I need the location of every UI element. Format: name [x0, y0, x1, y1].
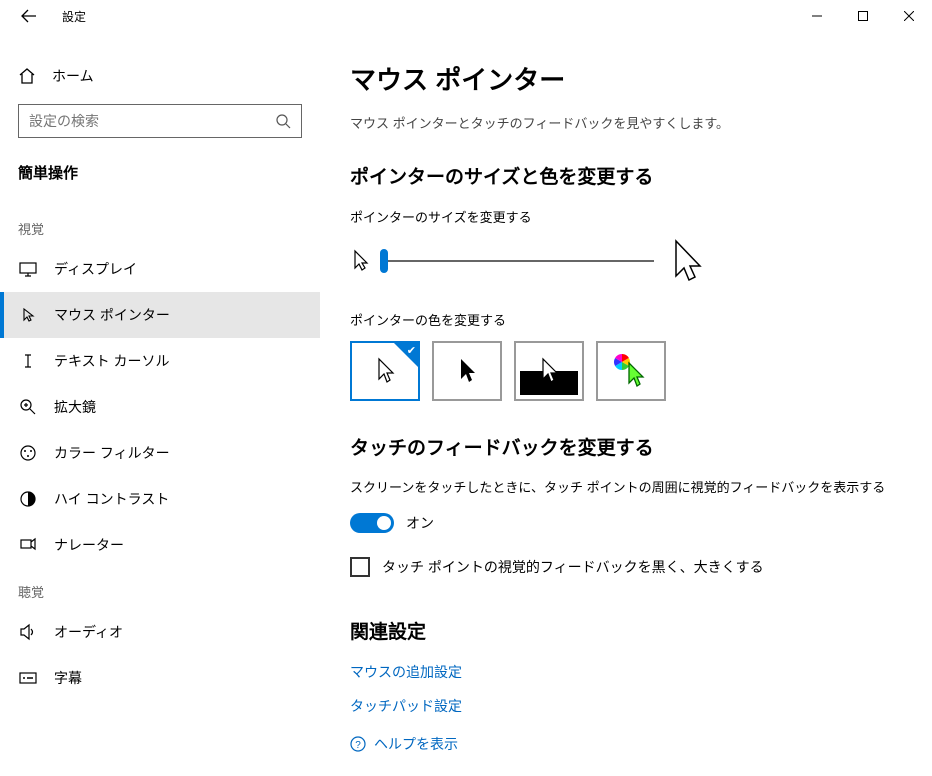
monitor-icon — [18, 260, 38, 278]
touch-desc: スクリーンをタッチしたときに、タッチ ポイントの周囲に視覚的フィードバックを表示… — [350, 478, 892, 499]
checkbox-label: タッチ ポイントの視覚的フィードバックを黒く、大きくする — [382, 557, 764, 577]
sidebar-item-label: ナレーター — [54, 535, 124, 555]
search-icon — [275, 113, 291, 129]
sidebar-item-text-cursor[interactable]: テキスト カーソル — [0, 338, 320, 384]
sidebar-item-label: 拡大鏡 — [54, 397, 96, 417]
touch-dark-large-checkbox[interactable] — [350, 557, 370, 577]
touch-feedback-toggle[interactable] — [350, 513, 394, 533]
pointer-color-options: ✔ — [350, 341, 892, 401]
link-touchpad[interactable]: タッチパッド設定 — [350, 696, 892, 716]
pointer-color-white[interactable]: ✔ — [350, 341, 420, 401]
sidebar-item-label: 字幕 — [54, 668, 82, 688]
sidebar-item-audio[interactable]: オーディオ — [0, 609, 320, 655]
color-label: ポインターの色を変更する — [350, 310, 892, 329]
sidebar: ホーム 簡単操作 視覚 ディスプレイ マウス ポインター テキスト カーソル 拡… — [0, 32, 320, 776]
pointer-size-slider[interactable] — [384, 260, 654, 262]
sidebar-item-color-filters[interactable]: カラー フィルター — [0, 430, 320, 476]
sidebar-item-captions[interactable]: 字幕 — [0, 655, 320, 701]
cursor-white-icon — [374, 357, 396, 385]
touch-feedback-toggle-row: オン — [350, 513, 892, 533]
page-desc: マウス ポインターとタッチのフィードバックを見やすくします。 — [350, 113, 892, 132]
pointer-color-custom[interactable] — [596, 341, 666, 401]
contrast-icon — [18, 490, 38, 508]
arrow-left-icon — [21, 8, 37, 24]
sidebar-category: 簡単操作 — [0, 152, 320, 205]
section-related: 関連設定 — [350, 617, 892, 644]
sidebar-item-display[interactable]: ディスプレイ — [0, 246, 320, 292]
close-icon — [904, 11, 914, 21]
captions-icon — [18, 669, 38, 687]
help-link[interactable]: ? ヘルプを表示 — [350, 734, 892, 754]
home-icon — [18, 67, 36, 85]
page-title: マウス ポインター — [350, 60, 892, 97]
check-icon: ✔ — [407, 344, 416, 357]
related-links: マウスの追加設定 タッチパッド設定 — [350, 662, 892, 716]
pointer-size-slider-row — [350, 238, 892, 284]
sidebar-item-high-contrast[interactable]: ハイ コントラスト — [0, 476, 320, 522]
pointer-color-black[interactable] — [432, 341, 502, 401]
main-content: マウス ポインター マウス ポインターとタッチのフィードバックを見やすくします。… — [320, 32, 932, 776]
search-box[interactable] — [18, 104, 302, 138]
close-button[interactable] — [886, 0, 932, 32]
maximize-button[interactable] — [840, 0, 886, 32]
sidebar-item-label: カラー フィルター — [54, 443, 170, 463]
sidebar-home[interactable]: ホーム — [0, 60, 320, 104]
toggle-label: オン — [406, 513, 434, 533]
section-touch: タッチのフィードバックを変更する — [350, 433, 892, 460]
minimize-button[interactable] — [794, 0, 840, 32]
back-button[interactable] — [18, 8, 40, 24]
magnifier-icon — [18, 398, 38, 416]
sidebar-section-vision: 視覚 — [0, 205, 320, 246]
color-wheel-cursor-icon — [611, 351, 651, 391]
cursor-click-icon — [18, 306, 38, 324]
large-cursor-icon — [668, 238, 704, 284]
cursor-inverted-icon — [538, 357, 560, 385]
sidebar-item-mouse-pointer[interactable]: マウス ポインター — [0, 292, 320, 338]
sidebar-section-hearing: 聴覚 — [0, 568, 320, 609]
sidebar-item-label: ディスプレイ — [54, 259, 137, 279]
size-label: ポインターのサイズを変更する — [350, 207, 892, 226]
sidebar-item-label: ハイ コントラスト — [54, 489, 169, 509]
search-input[interactable] — [29, 113, 275, 129]
titlebar: 設定 — [0, 0, 932, 32]
sidebar-item-label: マウス ポインター — [54, 305, 170, 325]
text-cursor-icon — [18, 352, 38, 370]
sidebar-item-label: テキスト カーソル — [54, 351, 169, 371]
maximize-icon — [858, 11, 868, 21]
touch-dark-large-row[interactable]: タッチ ポイントの視覚的フィードバックを黒く、大きくする — [350, 557, 892, 577]
help-label: ヘルプを表示 — [374, 734, 458, 754]
slider-thumb[interactable] — [380, 249, 388, 273]
palette-icon — [18, 444, 38, 462]
small-cursor-icon — [350, 248, 370, 274]
sidebar-home-label: ホーム — [52, 66, 94, 86]
sidebar-item-label: オーディオ — [54, 622, 123, 642]
cursor-black-icon — [456, 357, 478, 385]
help-icon: ? — [350, 736, 366, 752]
narrator-icon — [18, 536, 38, 554]
sidebar-item-narrator[interactable]: ナレーター — [0, 522, 320, 568]
svg-text:?: ? — [355, 740, 361, 751]
minimize-icon — [812, 11, 822, 21]
sidebar-item-magnifier[interactable]: 拡大鏡 — [0, 384, 320, 430]
section-size-color: ポインターのサイズと色を変更する — [350, 162, 892, 189]
window-title: 設定 — [62, 8, 86, 25]
link-mouse-additional[interactable]: マウスの追加設定 — [350, 662, 892, 682]
pointer-color-inverted[interactable] — [514, 341, 584, 401]
speaker-icon — [18, 623, 38, 641]
